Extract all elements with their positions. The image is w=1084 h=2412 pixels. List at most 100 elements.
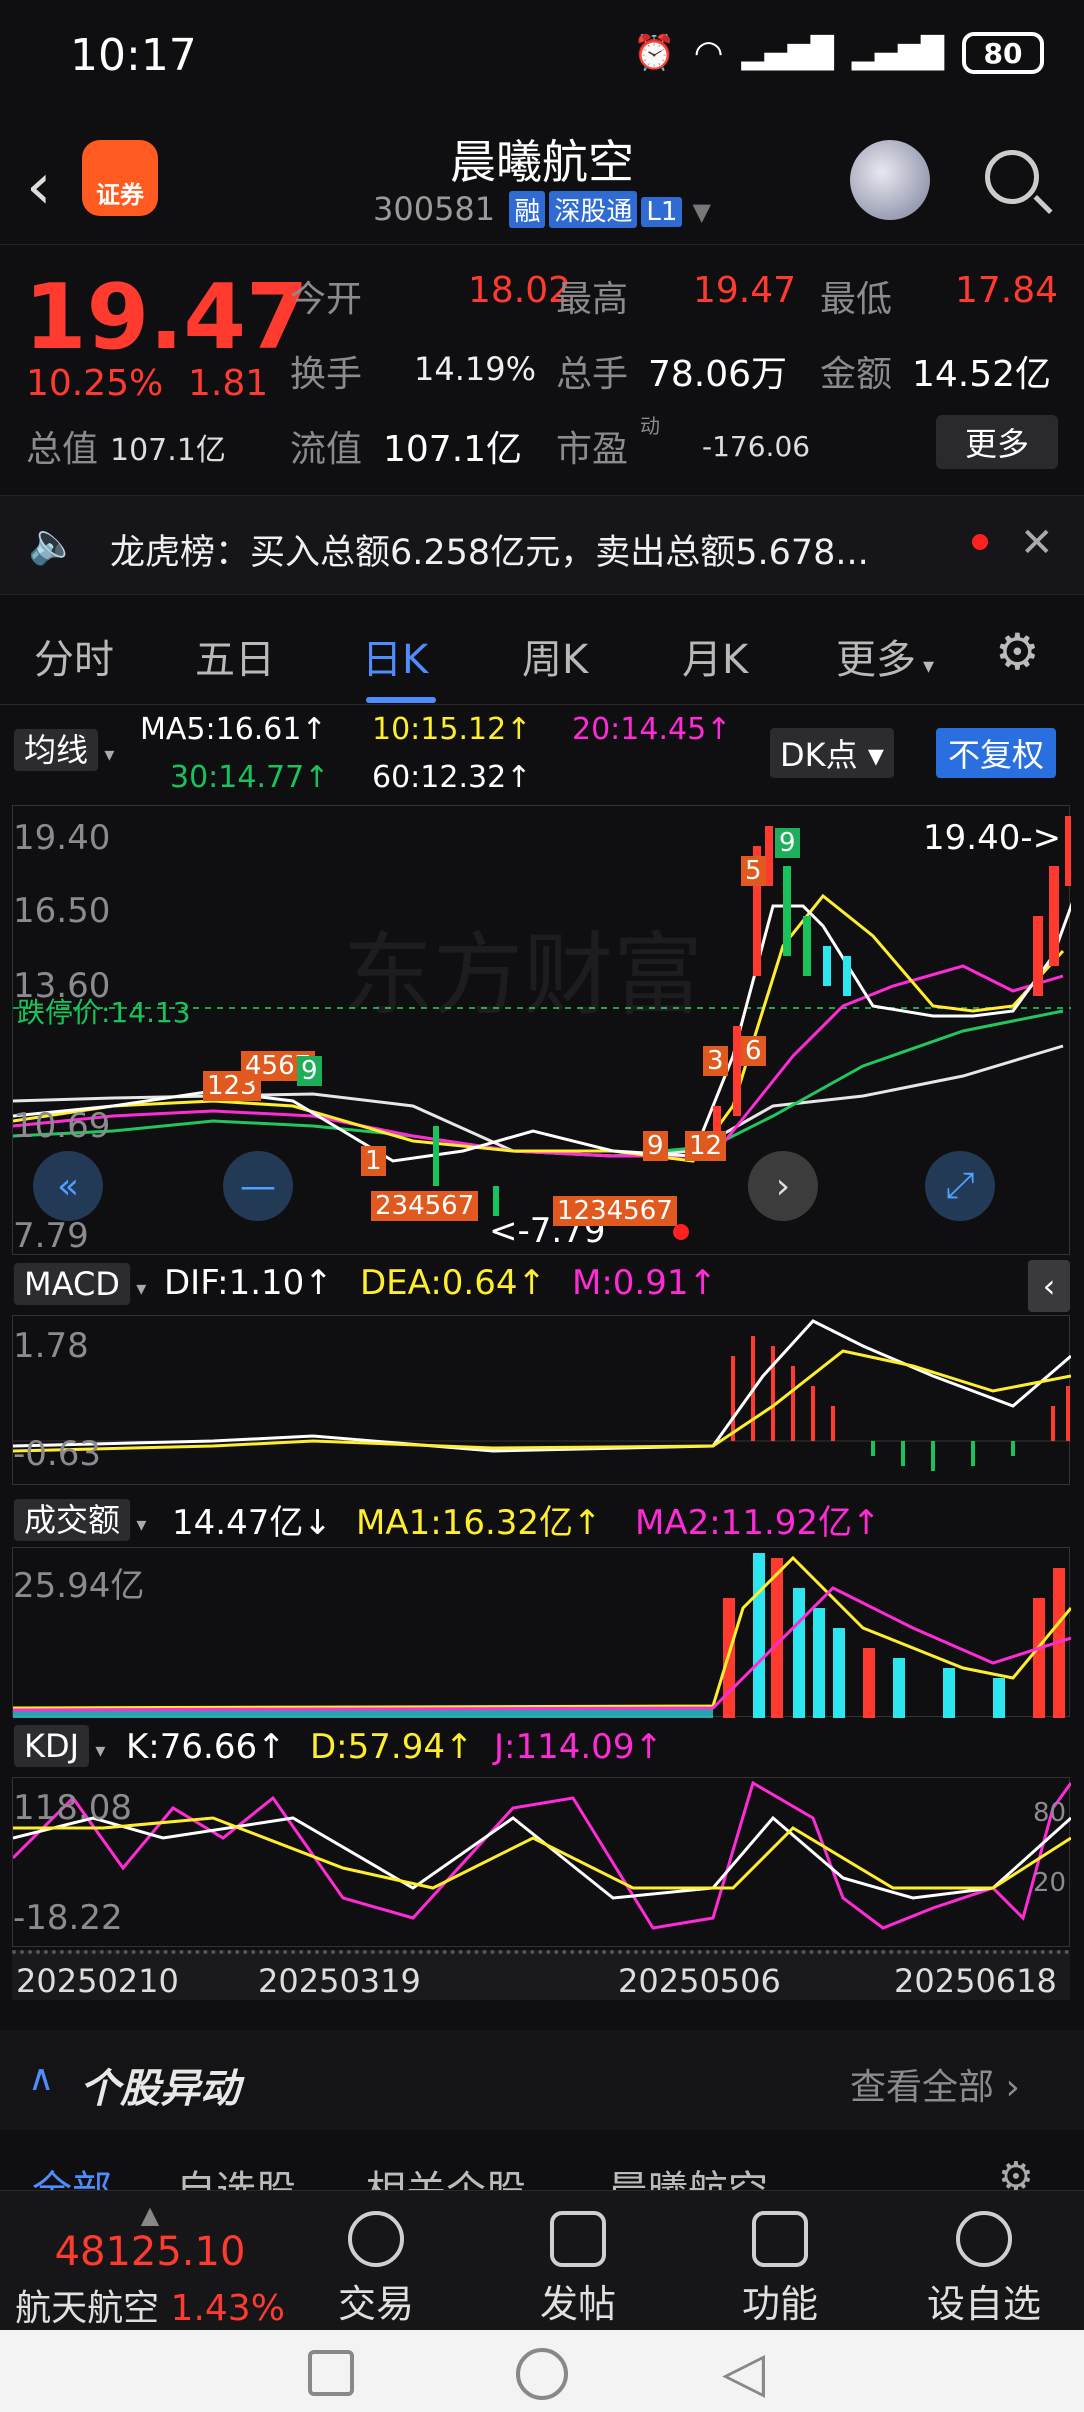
volume-selector[interactable]: 成交额 ▾ — [14, 1495, 146, 1541]
amount-label: 金额 — [820, 354, 893, 395]
tab-more[interactable]: 更多 ▾ — [836, 627, 934, 685]
macd-chart[interactable]: 1.78 -0.63 — [12, 1315, 1071, 1485]
tab-weekly-k[interactable]: 周K — [522, 627, 588, 685]
assistant-avatar[interactable] — [850, 140, 930, 220]
alarm-icon: ⏰ — [633, 33, 676, 73]
ma-selector[interactable]: 均线 ▾ — [14, 725, 114, 771]
kdj-selector[interactable]: KDJ ▾ — [14, 1725, 105, 1767]
macd-y-bottom: -0.63 — [13, 1434, 101, 1474]
dk-point-button[interactable]: DK点 ▾ — [770, 728, 894, 778]
signal-icon-2: ▂▄▆█ — [851, 35, 944, 71]
limit-label: 跌停价:14.13 — [17, 996, 191, 1029]
tab-daily-k[interactable]: 日K — [362, 627, 428, 685]
volume-chart[interactable]: 25.94亿 — [12, 1547, 1071, 1718]
wifi-icon: ◠ — [693, 33, 724, 73]
volume-label: 成交额 — [14, 1499, 131, 1541]
event-dot[interactable] — [673, 1224, 689, 1240]
date-axis: 20250210 20250319 20250506 20250618 — [12, 1950, 1070, 2000]
mcap-value: 107.1亿 — [110, 433, 226, 468]
function-button[interactable]: 功能 — [700, 2211, 860, 2328]
y-axis-4: 10.69 — [13, 1106, 111, 1146]
kdj-level-80: 80 — [1033, 1798, 1067, 1828]
chevron-up-icon[interactable]: ∧ — [28, 2058, 54, 2099]
tab-five-day[interactable]: 五日 — [195, 627, 275, 685]
index-pct: 1.43% — [170, 2288, 285, 2329]
index-ticker[interactable]: ▲ 48125.10 航天航空 1.43% — [0, 2201, 300, 2331]
turnover-value: 14.19% — [414, 350, 537, 388]
period-tabs: 分时 五日 日K 周K 月K 更多 ▾ ⚙ — [0, 597, 1084, 705]
macd-dif: DIF:1.10↑ — [164, 1263, 333, 1303]
ma30-value: 30:14.77↑ — [170, 760, 330, 795]
volume-ma2: MA2:11.92亿↑ — [635, 1503, 881, 1543]
scroll-left-icon[interactable]: « — [33, 1151, 103, 1221]
zoom-out-icon[interactable]: — — [223, 1151, 293, 1221]
recent-apps-icon[interactable] — [308, 2350, 354, 2396]
kdj-label: KDJ — [14, 1725, 90, 1767]
more-button[interactable]: 更多 — [936, 415, 1058, 469]
macd-selector[interactable]: MACD ▾ — [14, 1263, 146, 1305]
next-icon[interactable]: › — [748, 1151, 818, 1221]
view-all-link[interactable]: 查看全部 › — [850, 2058, 1020, 2110]
kdj-svg — [13, 1780, 1071, 1930]
volume-y-top: 25.94亿 — [13, 1566, 145, 1606]
battery-level: 80 — [983, 36, 1023, 70]
kdj-j-line — [13, 1780, 1071, 1930]
kline-chart[interactable]: 东方财富 19.40 16.50 13.60 10.69 7.79 跌停价:14… — [12, 805, 1071, 1256]
subtab-settings-icon[interactable]: ⚙ — [998, 2154, 1034, 2190]
tag-level: L1 — [641, 197, 683, 227]
add-watchlist-button[interactable]: 设自选 — [904, 2211, 1064, 2328]
stock-code: 300581 — [372, 190, 496, 228]
seq-mark: 1234567 — [553, 1196, 677, 1226]
macd-label: MACD — [14, 1263, 130, 1305]
kdj-d-line — [13, 1816, 1071, 1890]
dragon-tiger-notice[interactable]: 🔈 龙虎榜：买入总额6.258亿元，卖出总额5.678... ✕ — [0, 495, 1084, 595]
status-bar: 10:17 ⏰ ◠ ▂▄▆█ ▂▄▆█ 80 — [0, 0, 1084, 110]
post-button[interactable]: 发帖 — [498, 2211, 658, 2328]
kdj-k: K:76.66↑ — [126, 1727, 286, 1767]
mcap-label: 总值 — [26, 429, 99, 470]
fullscreen-icon[interactable]: ⤢ — [925, 1151, 995, 1221]
home-icon[interactable] — [516, 2348, 568, 2400]
vol-ma1-line — [13, 1555, 1071, 1710]
quote-panel: 19.47 10.25% 1.81 总值 107.1亿 今开 18.02 最高 … — [0, 245, 1084, 495]
trade-button[interactable]: 交易 — [296, 2211, 456, 2328]
close-icon[interactable]: ✕ — [1020, 520, 1054, 566]
volume-value: 78.06万 — [648, 354, 788, 395]
macd-m: M:0.91↑ — [572, 1263, 717, 1303]
bottom-toolbar: ▲ 48125.10 航天航空 1.43% 交易 发帖 功能 设自选 — [0, 2190, 1084, 2330]
chevron-down-icon: ▾ — [916, 654, 935, 679]
yen-icon — [348, 2211, 404, 2267]
subtab-stock[interactable]: 晨曦航空 — [608, 2158, 768, 2190]
tab-monthly-k[interactable]: 月K — [682, 627, 748, 685]
tag-margin: 融 — [509, 191, 546, 228]
ma10-value: 10:15.12↑ — [372, 712, 532, 747]
ma30-line — [13, 1009, 1064, 1158]
macd-y-top: 1.78 — [13, 1326, 89, 1366]
collapse-icon[interactable]: ‹ — [1028, 1260, 1070, 1312]
ma20-value: 20:14.45↑ — [572, 712, 732, 747]
function-label: 功能 — [741, 2282, 818, 2326]
pe-label: 市盈 — [556, 429, 629, 470]
settings-icon[interactable]: ⚙ — [995, 623, 1040, 681]
dropdown-icon[interactable]: ▼ — [693, 198, 711, 226]
kline-svg: 东方财富 — [13, 816, 1071, 1216]
subtab-related[interactable]: 相关个股 — [366, 2158, 526, 2190]
volume-svg — [13, 1553, 1071, 1718]
section-title: 个股异动 — [80, 2066, 240, 2112]
subtab-all[interactable]: 全部 — [32, 2158, 112, 2190]
seq-mark-9: 9 — [643, 1131, 668, 1161]
seq-mark: 12 — [685, 1131, 727, 1161]
seq-mark-9: 9 — [297, 1056, 322, 1086]
speaker-icon: 🔈 — [28, 521, 78, 567]
last-price-marker: 19.40-> — [923, 818, 1062, 858]
subtab-watchlist[interactable]: 自选股 — [176, 2158, 296, 2190]
back-nav-icon[interactable]: ◁ — [722, 2340, 765, 2405]
date-label: 20250210 — [16, 1962, 179, 2000]
adjust-button[interactable]: 不复权 — [936, 728, 1057, 778]
dk-label: DK点 — [780, 736, 858, 774]
kdj-chart[interactable]: 118.08 -18.22 80 20 — [12, 1777, 1071, 1947]
tab-intraday[interactable]: 分时 — [34, 627, 114, 685]
volume-label: 总手 — [556, 354, 629, 395]
search-icon[interactable] — [985, 150, 1039, 204]
signal-icon: ▂▄▆█ — [741, 35, 834, 71]
